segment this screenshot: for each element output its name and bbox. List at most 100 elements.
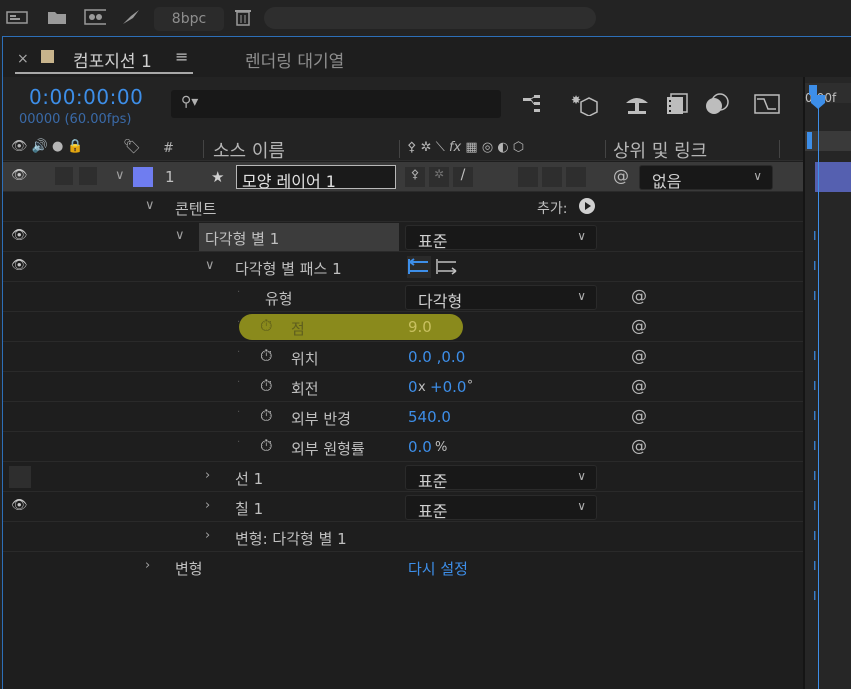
add-button[interactable] bbox=[579, 198, 595, 214]
draft-3d-icon[interactable]: ✸ bbox=[571, 91, 599, 117]
panel-menu-icon[interactable]: ≡ bbox=[175, 47, 188, 66]
column-parent-link[interactable]: 상위 및 링크 bbox=[613, 137, 707, 163]
property-row-fill[interactable]: 👁 › 칠 1 표준 ∨ bbox=[3, 492, 803, 522]
rotation-revolutions[interactable]: 0 bbox=[408, 378, 418, 396]
type-select[interactable]: 다각형 ∨ bbox=[405, 285, 597, 311]
playhead-handle[interactable] bbox=[811, 95, 827, 111]
property-row-polystar[interactable]: 👁 ∨ 다각형 별 1 표준 ∨ bbox=[3, 222, 803, 252]
solo-switch[interactable] bbox=[55, 167, 73, 185]
search-input[interactable]: ⚲▾ bbox=[171, 90, 501, 118]
visibility-toggle-off[interactable] bbox=[9, 466, 31, 488]
chevron-down-icon[interactable]: ∨ bbox=[145, 198, 155, 213]
star-icon: ★ bbox=[211, 168, 225, 186]
composition-flowchart-icon[interactable] bbox=[521, 91, 549, 117]
chevron-right-icon[interactable]: › bbox=[205, 528, 210, 543]
property-row-position[interactable]: · ⏱ 위치 0.0 ,0.0 @ bbox=[3, 342, 803, 372]
outer-roundness-value[interactable]: 0.0 bbox=[408, 438, 432, 456]
tab-composition[interactable]: 컴포지션 1 bbox=[73, 47, 152, 72]
property-row-outer-roundness[interactable]: · ⏱ 외부 원형률 0.0 % @ bbox=[3, 432, 803, 462]
3d-switch[interactable] bbox=[566, 167, 586, 187]
composition-icon[interactable] bbox=[6, 7, 28, 27]
chevron-down-icon[interactable]: ∨ bbox=[175, 228, 185, 243]
property-row-outer-radius[interactable]: · ⏱ 외부 반경 540.0 @ bbox=[3, 402, 803, 432]
chevron-down-icon[interactable]: ∨ bbox=[115, 168, 125, 183]
fill-blend-mode-select[interactable]: 표준 ∨ bbox=[405, 495, 597, 521]
toolbar-search-bar[interactable] bbox=[264, 7, 596, 29]
keyframe-marker: I bbox=[813, 379, 817, 393]
column-source-name[interactable]: 소스 이름 bbox=[213, 137, 285, 163]
rotation-degrees[interactable]: +0.0 bbox=[430, 378, 466, 396]
pickwhip-icon[interactable]: @ bbox=[631, 346, 647, 365]
playhead[interactable] bbox=[818, 97, 819, 689]
stopwatch-icon[interactable]: ⏱ bbox=[260, 376, 272, 396]
chevron-down-icon[interactable]: ∨ bbox=[205, 258, 215, 273]
bit-depth-button[interactable]: 8bpc bbox=[154, 7, 224, 31]
graph-editor-icon[interactable] bbox=[753, 91, 781, 117]
motion-blur-switch[interactable] bbox=[542, 167, 562, 187]
pickwhip-icon[interactable]: @ bbox=[631, 436, 647, 455]
reset-link[interactable]: 다시 설정 bbox=[408, 558, 468, 579]
folder-icon[interactable] bbox=[46, 7, 68, 27]
layer-column-header: 👁 🔊 ● 🔒 🏷 # 소스 이름 ⚴ ✲ ⟍ fx ▦ ◎ ◐ ⬡ 상위 및 … bbox=[3, 137, 803, 163]
property-row-polystar-path[interactable]: 👁 ∨ 다각형 별 패스 1 bbox=[3, 252, 803, 282]
render-icon[interactable] bbox=[120, 7, 142, 27]
stopwatch-icon[interactable]: ⏱ bbox=[260, 316, 272, 336]
stopwatch-icon[interactable]: ⏱ bbox=[260, 346, 272, 366]
property-row-transform-polystar[interactable]: › 변형: 다각형 별 1 bbox=[3, 522, 803, 552]
work-area-bar[interactable] bbox=[807, 132, 812, 149]
visibility-eye-icon[interactable]: 👁 bbox=[11, 168, 28, 183]
position-value[interactable]: 0.0 ,0.0 bbox=[408, 348, 465, 366]
stroke-blend-mode-select[interactable]: 표준 ∨ bbox=[405, 465, 597, 491]
tab-render-queue[interactable]: 렌더링 대기열 bbox=[245, 47, 344, 72]
quality-switch[interactable]: / bbox=[453, 167, 473, 187]
pickwhip-icon[interactable]: @ bbox=[631, 376, 647, 395]
frame-blending-icon[interactable] bbox=[663, 91, 691, 117]
path-direction-reversed-icon[interactable] bbox=[407, 256, 431, 278]
collapse-switch[interactable]: ✲ bbox=[429, 167, 449, 187]
property-row-transform[interactable]: › 변형 다시 설정 bbox=[3, 552, 803, 582]
trash-icon[interactable] bbox=[232, 7, 254, 27]
layer-duration-bar[interactable] bbox=[815, 162, 851, 192]
layer-name-field[interactable]: 모양 레이어 1 bbox=[236, 165, 396, 191]
visibility-eye-icon[interactable]: 👁 bbox=[11, 228, 28, 243]
work-area-start-handle[interactable] bbox=[809, 85, 817, 95]
visibility-eye-icon[interactable]: 👁 bbox=[11, 258, 28, 273]
parent-select[interactable]: 없음 ∨ bbox=[639, 165, 773, 191]
pickwhip-icon[interactable]: @ bbox=[631, 316, 647, 335]
column-number-header[interactable]: # bbox=[163, 141, 174, 156]
shy-layers-icon[interactable] bbox=[623, 91, 651, 117]
close-icon[interactable]: × bbox=[17, 51, 29, 67]
pickwhip-icon[interactable]: @ bbox=[631, 406, 647, 425]
lock-switch[interactable] bbox=[79, 167, 97, 185]
property-row-type[interactable]: · 유형 다각형 ∨ @ bbox=[3, 282, 803, 312]
chevron-right-icon[interactable]: › bbox=[145, 558, 150, 573]
pickwhip-icon[interactable]: @ bbox=[613, 166, 629, 185]
layer-label-color[interactable] bbox=[133, 167, 153, 187]
motion-blur-icon[interactable] bbox=[703, 91, 731, 117]
path-direction-normal-icon[interactable] bbox=[435, 256, 459, 278]
label-tag-icon[interactable]: 🏷 bbox=[123, 139, 141, 155]
shy-switch[interactable]: ⚴ bbox=[405, 167, 425, 187]
outer-radius-value[interactable]: 540.0 bbox=[408, 408, 451, 426]
layer-row[interactable]: 👁 ∨ 1 ★ 모양 레이어 1 ⚴ ✲ / @ 없음 ∨ bbox=[3, 162, 803, 192]
property-row-stroke[interactable]: › 선 1 표준 ∨ bbox=[3, 462, 803, 492]
chevron-right-icon[interactable]: › bbox=[205, 468, 210, 483]
current-time-display[interactable]: 0:00:00:00 bbox=[29, 85, 143, 109]
timeline-track-area[interactable]: 0:00f I I I I I I I I I I I I bbox=[803, 77, 851, 689]
points-value[interactable]: 9.0 bbox=[408, 318, 432, 336]
stopwatch-icon[interactable]: ⏱ bbox=[260, 406, 272, 426]
composition-panel: × 컴포지션 1 ≡ 렌더링 대기열 0:00:00:00 00000 (60.… bbox=[2, 36, 851, 689]
property-row-contents[interactable]: ∨ 콘텐트 추가: bbox=[3, 192, 803, 222]
property-dot: · bbox=[237, 347, 241, 358]
timeline-controls: 0:00:00:00 00000 (60.00fps) ⚲▾ ✸ bbox=[3, 77, 803, 137]
polystar-blend-mode-select[interactable]: 표준 ∨ bbox=[405, 225, 597, 251]
switches-header-icons[interactable]: ⚴ ✲ ⟍ fx ▦ ◎ ◐ ⬡ bbox=[407, 140, 524, 155]
frame-blend-switch[interactable] bbox=[518, 167, 538, 187]
pickwhip-icon[interactable]: @ bbox=[631, 286, 647, 305]
property-row-points[interactable]: · ⏱ 점 9.0 @ bbox=[3, 312, 803, 342]
stopwatch-icon[interactable]: ⏱ bbox=[260, 436, 272, 456]
chevron-right-icon[interactable]: › bbox=[205, 498, 210, 513]
footage-icon[interactable] bbox=[84, 7, 106, 27]
visibility-eye-icon[interactable]: 👁 bbox=[11, 498, 28, 513]
property-row-rotation[interactable]: · ⏱ 회전 0 x +0.0 ° @ bbox=[3, 372, 803, 402]
